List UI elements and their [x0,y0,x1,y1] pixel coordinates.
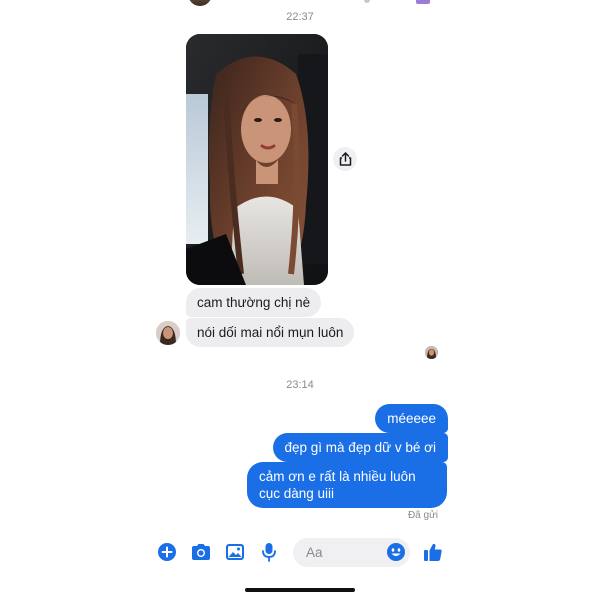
delivery-status: Đã gửi [407,510,438,521]
microphone-icon [262,543,276,562]
selfie-photo [186,34,328,285]
message-timestamp: 22:37 [286,11,314,23]
like-button[interactable] [422,541,444,563]
microphone-button[interactable] [258,541,280,563]
incoming-message[interactable]: nói dối mai nổi mụn luôn [186,318,355,347]
sender-avatar[interactable] [156,321,180,345]
plus-circle-icon [158,543,176,561]
cropped-indicator [364,0,370,3]
thumbs-up-icon [424,543,442,561]
seen-avatar [425,346,438,359]
chat-screen: 22:37 cam thường chị nè nói dối mai nổi … [0,0,600,600]
image-icon [226,544,244,560]
sender-avatar-image [156,321,180,345]
outgoing-message[interactable]: cảm ơn e rất là nhiều luôn cục dàng uiii [247,462,447,508]
emoji-icon [387,543,405,561]
outgoing-message[interactable]: đẹp gì mà đẹp dữ v bé ơi [272,433,448,462]
share-icon [339,152,351,166]
cropped-reaction [416,0,430,4]
camera-button[interactable] [190,541,212,563]
emoji-button[interactable] [386,542,406,562]
image-button[interactable] [224,541,246,563]
cropped-avatar [188,0,212,6]
photo-message[interactable] [186,34,328,285]
camera-icon [192,544,210,560]
message-timestamp: 23:14 [286,379,314,391]
outgoing-message[interactable]: méeeee [375,404,448,433]
add-button[interactable] [156,541,178,563]
incoming-message[interactable]: cam thường chị nè [186,288,322,317]
home-indicator [245,588,355,592]
seen-avatar-image [425,346,438,359]
share-button[interactable] [333,147,357,171]
